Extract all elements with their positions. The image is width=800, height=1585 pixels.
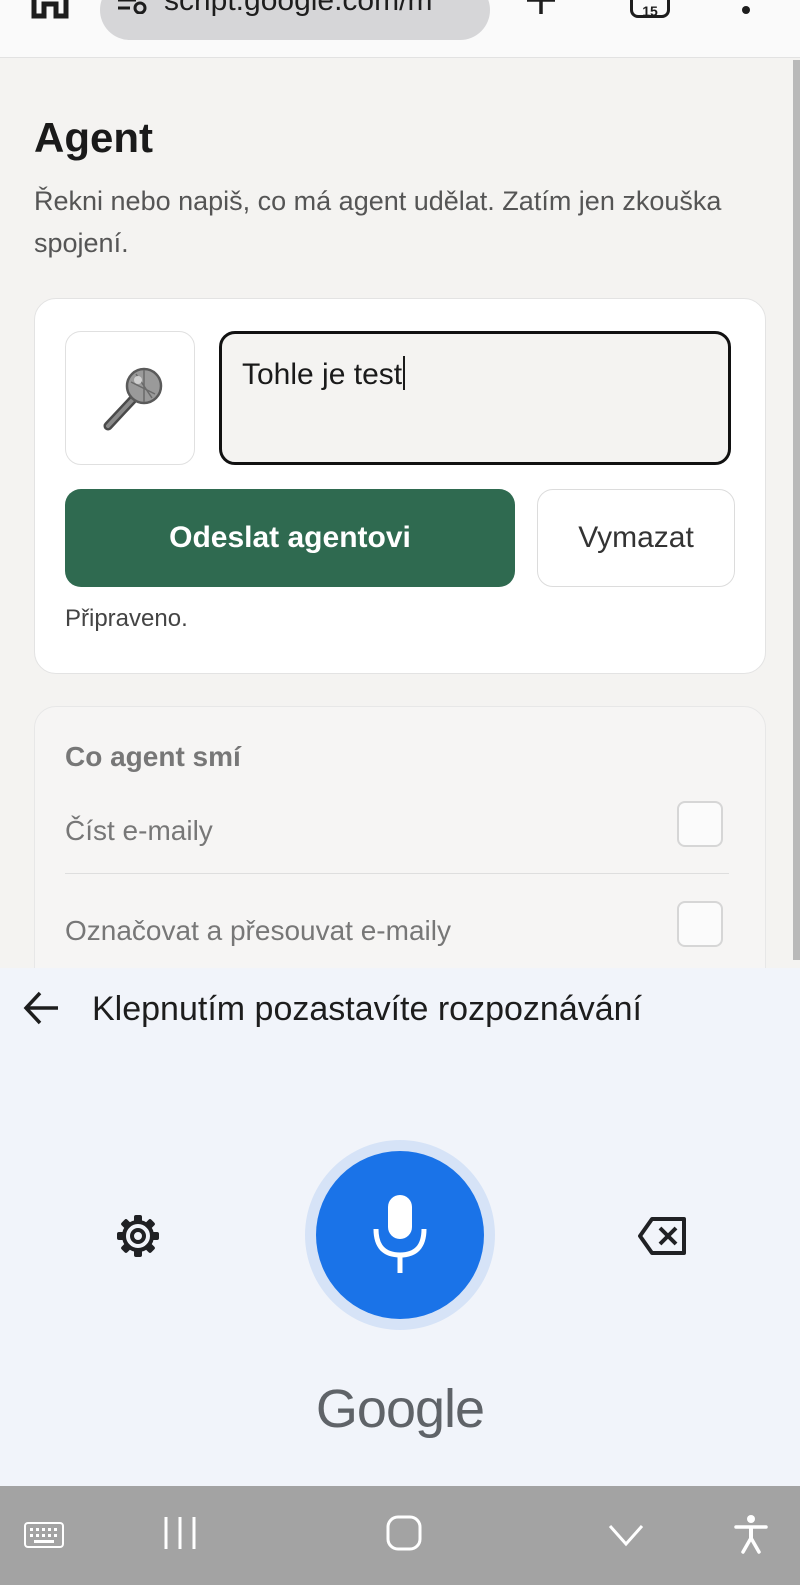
divider	[65, 873, 729, 874]
voice-status-text[interactable]: Klepnutím pozastavíte rozpoznávání	[92, 990, 642, 1029]
text-caret	[403, 356, 406, 390]
page-title: Agent	[34, 114, 153, 161]
permission-checkbox[interactable]	[677, 901, 723, 947]
page-scrollbar[interactable]	[793, 60, 800, 960]
permission-label: Číst e-maily	[65, 815, 213, 846]
permission-checkbox[interactable]	[677, 801, 723, 847]
backspace-icon[interactable]	[638, 1216, 688, 1256]
clear-button[interactable]: Vymazat	[537, 489, 735, 587]
voice-input-panel: Klepnutím pozastavíte rozpoznávání Googl…	[0, 968, 800, 1486]
command-input[interactable]: Tohle je test	[219, 331, 731, 465]
chevron-down-icon[interactable]	[606, 1522, 646, 1553]
gear-icon[interactable]	[114, 1212, 162, 1260]
tab-switcher-button[interactable]: 15	[630, 0, 670, 19]
send-to-agent-button[interactable]: Odeslat agentovi	[65, 489, 515, 587]
permissions-card: Co agent smí Číst e-maily Označovat a př…	[34, 706, 766, 1006]
permission-move-emails[interactable]: Označovat a přesouvat e-maily	[65, 899, 729, 969]
voice-input-button[interactable]	[65, 331, 195, 465]
home-icon[interactable]	[30, 0, 70, 20]
voice-mic-button[interactable]	[316, 1151, 484, 1319]
microphone-icon	[103, 367, 163, 431]
home-button-icon[interactable]	[384, 1514, 424, 1557]
recent-apps-icon[interactable]	[160, 1514, 200, 1557]
url-bar[interactable]: script.google.com/m	[100, 0, 490, 40]
url-text: script.google.com/m	[164, 0, 433, 17]
system-navigation-bar	[0, 1486, 800, 1585]
keyboard-icon[interactable]	[24, 1522, 64, 1553]
new-tab-icon[interactable]	[526, 0, 556, 16]
microphone-icon	[373, 1195, 427, 1273]
command-input-value: Tohle je test	[242, 358, 403, 391]
permissions-title: Co agent smí	[65, 741, 241, 772]
back-arrow-icon[interactable]	[22, 988, 62, 1028]
google-logo: Google	[315, 1379, 485, 1439]
browser-toolbar: script.google.com/m 15	[0, 0, 800, 58]
command-card: Tohle je test Odeslat agentovi Vymazat P…	[34, 298, 766, 674]
tab-count: 15	[642, 3, 658, 19]
page-description: Řekni nebo napiš, co má agent udělat. Za…	[34, 186, 722, 258]
more-menu-icon[interactable]	[740, 0, 752, 20]
permission-read-emails[interactable]: Číst e-maily	[65, 799, 729, 869]
accessibility-icon[interactable]	[734, 1514, 768, 1559]
permission-label: Označovat a přesouvat e-maily	[65, 915, 451, 946]
site-settings-icon[interactable]	[116, 0, 152, 15]
status-text: Připraveno.	[65, 605, 188, 632]
